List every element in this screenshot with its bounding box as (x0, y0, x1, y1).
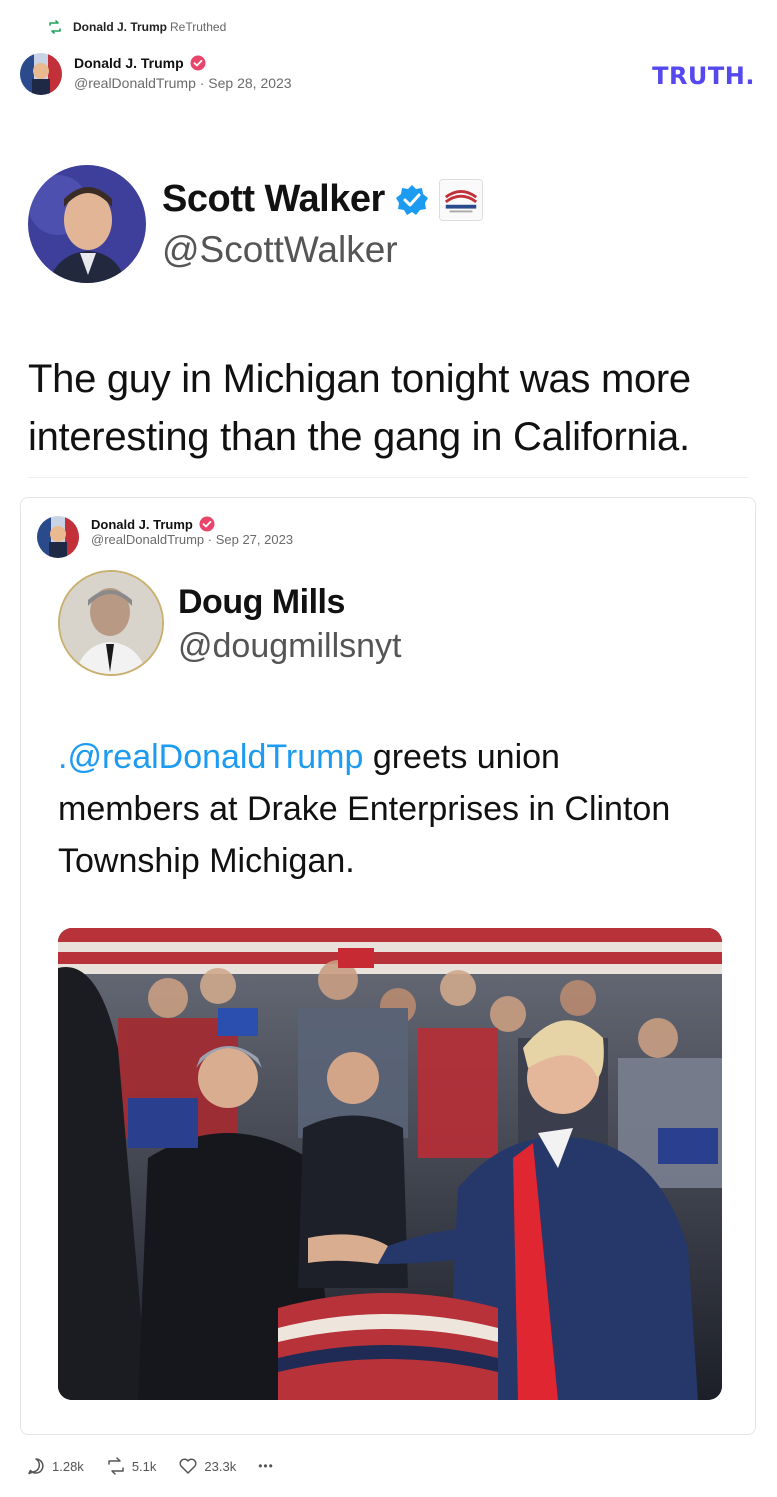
post-header: Donald J. Trump @realDonaldTrump · Sep 2… (20, 53, 292, 95)
quoted-author-handle-date[interactable]: @realDonaldTrump · Sep 27, 2023 (91, 532, 293, 547)
like-count: 23.3k (204, 1458, 237, 1474)
retruth-author[interactable]: Donald J. Trump (73, 20, 167, 34)
doug-mills-avatar (58, 570, 164, 676)
scott-walker-name: Scott Walker (162, 178, 385, 220)
blue-verified-icon (395, 184, 428, 215)
more-button[interactable]: ••• (258, 1459, 274, 1473)
author-avatar[interactable] (20, 53, 62, 95)
quoted-post-card[interactable]: Donald J. Trump @realDonaldTrump · Sep 2… (20, 497, 756, 1435)
doug-mills-text: .@realDonaldTrump greets union members a… (58, 731, 698, 887)
retruth-count: 5.1k (131, 1458, 157, 1474)
more-icon: ••• (258, 1459, 274, 1473)
scott-walker-text: The guy in Michigan tonight was more int… (28, 357, 691, 459)
like-button[interactable]: 23.3k (178, 1456, 236, 1476)
doug-mills-name: Doug Mills (178, 583, 345, 621)
reply-button[interactable]: 1.28k (26, 1456, 84, 1476)
scott-walker-handle: @ScottWalker (162, 229, 398, 270)
quoted-author-name[interactable]: Donald J. Trump (91, 517, 193, 532)
truth-logo[interactable]: TRUTH. (652, 62, 755, 90)
mention-link: .@realDonaldTrump (58, 738, 364, 776)
retruth-button[interactable]: 5.1k (106, 1456, 157, 1476)
reply-count: 1.28k (52, 1458, 84, 1474)
author-name[interactable]: Donald J. Trump (74, 55, 184, 71)
scott-walker-avatar (28, 165, 146, 283)
retruth-icon (49, 20, 61, 34)
quoted-post-header: Donald J. Trump @realDonaldTrump · Sep 2… (37, 516, 293, 558)
scott-walker-name-row: Scott Walker (162, 178, 483, 221)
reply-icon (28, 1458, 44, 1475)
verified-badge-icon (190, 55, 206, 71)
divider (28, 477, 748, 478)
post-page: Donald J. Trump ReTruthed Donald J. Trump… (0, 0, 777, 1497)
doug-mills-handle: @dougmillsnyt (178, 627, 402, 665)
quoted-author-avatar[interactable] (37, 516, 79, 558)
author-handle-date[interactable]: @realDonaldTrump · Sep 28, 2023 (74, 75, 292, 91)
verified-badge-icon (199, 516, 215, 532)
retruth-label: ReTruthed (170, 20, 227, 34)
heart-icon (179, 1458, 197, 1474)
retruth-indicator: Donald J. Trump ReTruthed (47, 19, 226, 35)
affiliation-logo-icon (438, 178, 483, 221)
rally-photo[interactable] (58, 928, 722, 1400)
retruth-icon (108, 1457, 124, 1475)
action-bar: 1.28k 5.1k 23.3k ••• (26, 1456, 274, 1476)
